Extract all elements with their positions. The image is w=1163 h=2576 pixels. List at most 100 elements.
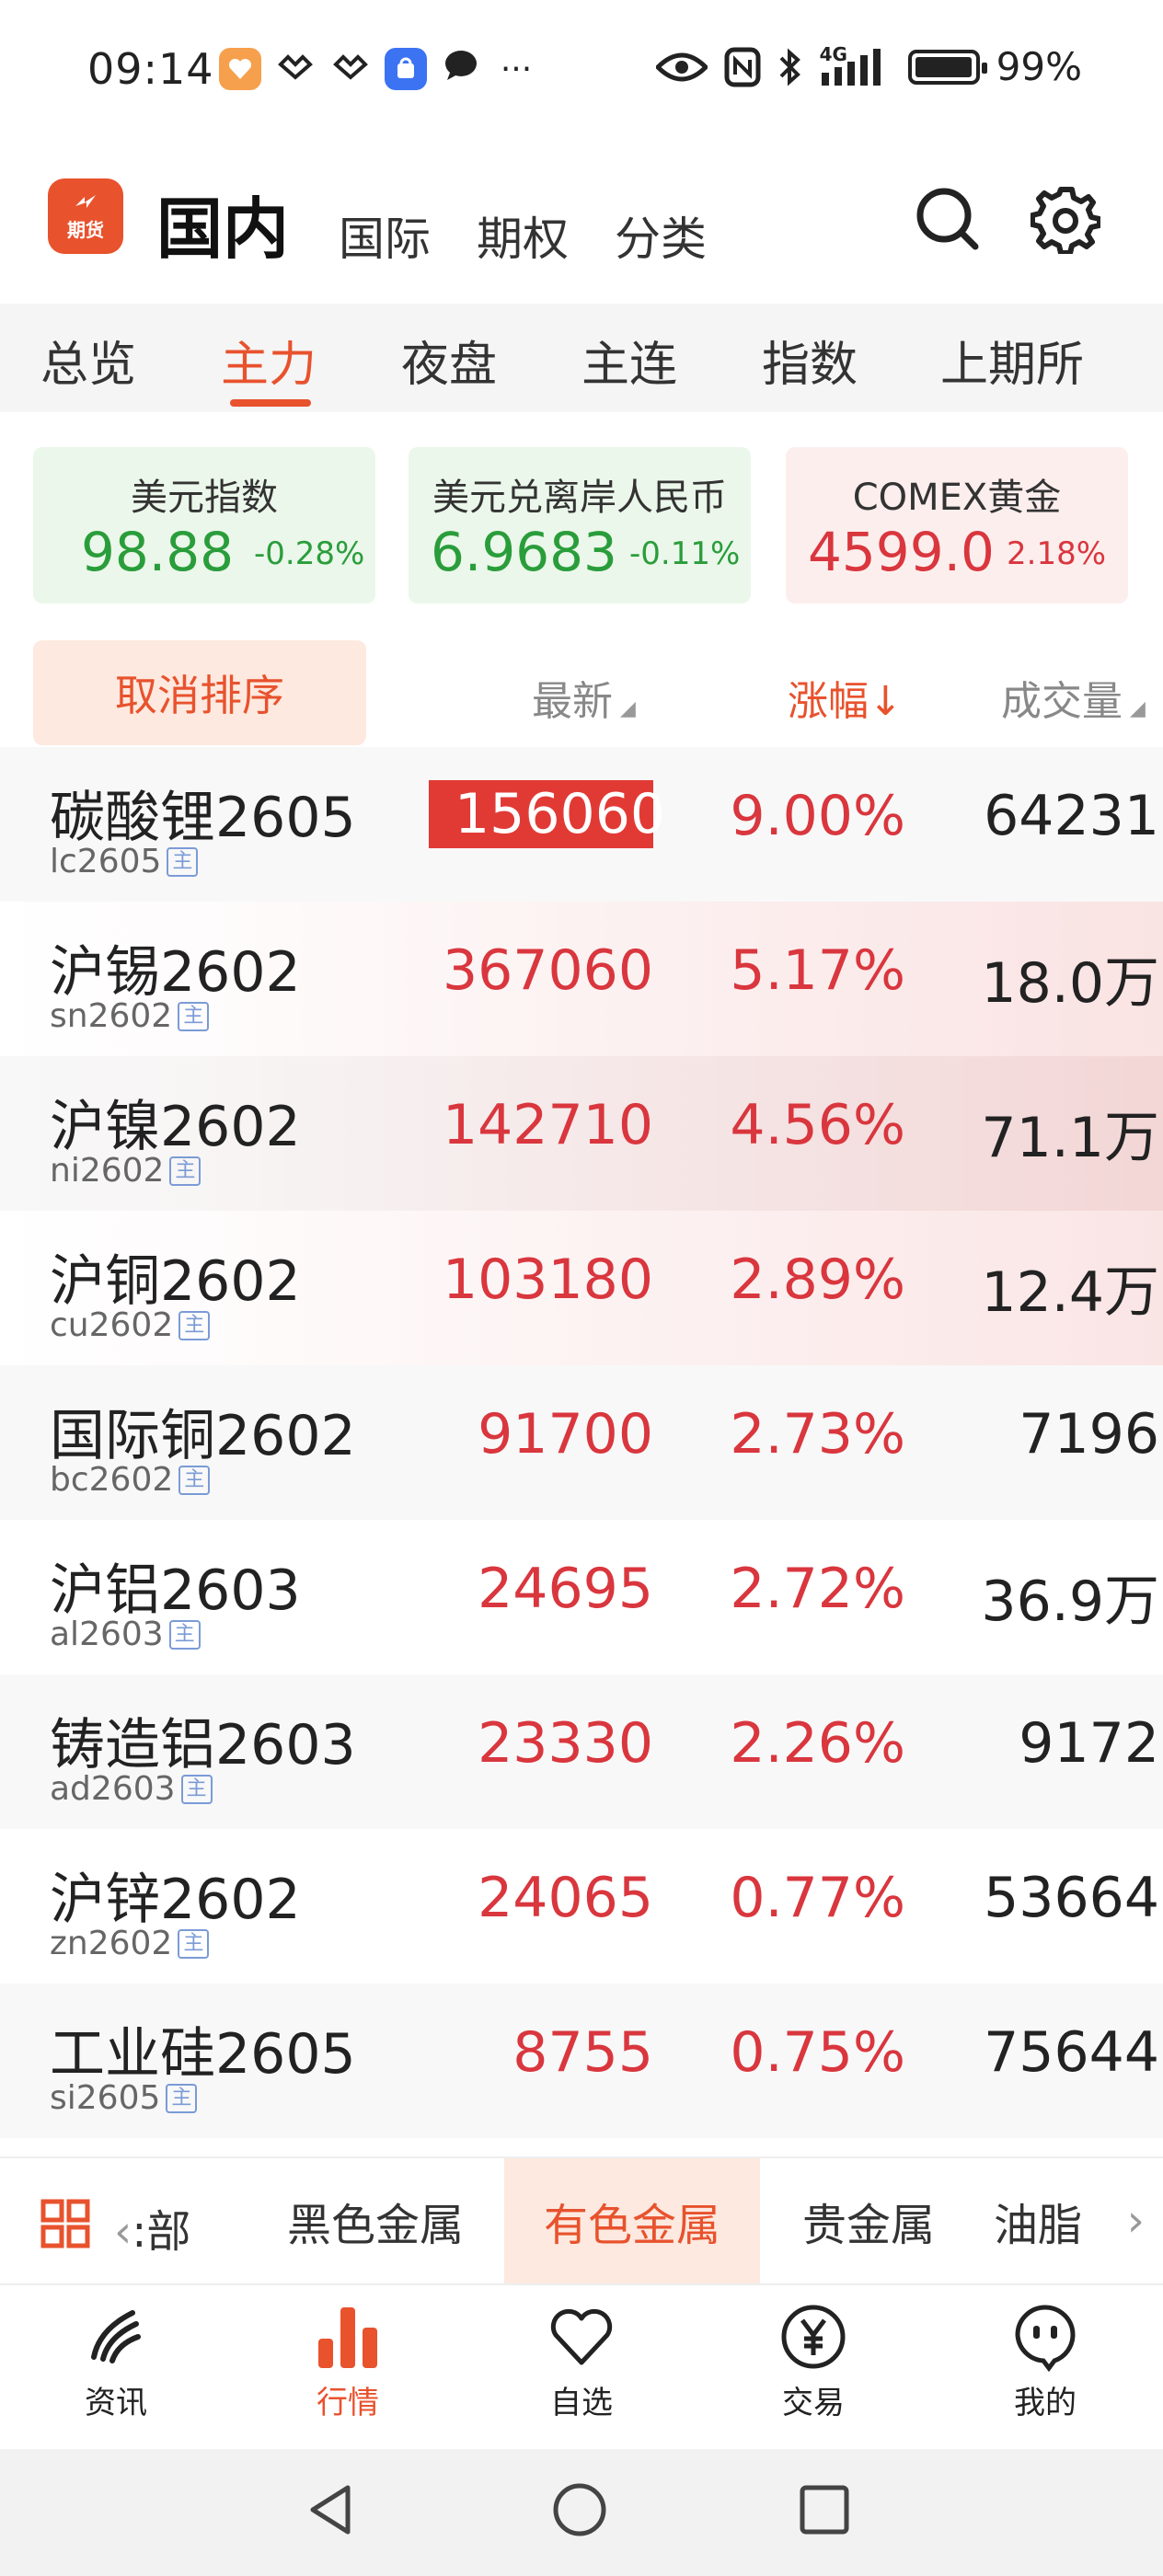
card-change: -0.28% <box>254 535 365 572</box>
nav-trade[interactable]: 交易 <box>740 2302 887 2422</box>
index-card-comex-gold[interactable]: COMEX黄金 4599.0 2.18% <box>786 447 1128 604</box>
sector-bar: ‹:部 黑色金属 有色金属 贵金属 油脂 › <box>0 2156 1163 2283</box>
page-title[interactable]: 国内 <box>156 175 289 271</box>
header-tab-categories[interactable]: 分类 <box>615 202 707 269</box>
tab-shfe[interactable]: 上期所 <box>940 326 1084 395</box>
sector-ferrous[interactable]: 黑色金属 <box>267 2158 484 2283</box>
cancel-sort-button[interactable]: 取消排序 <box>33 640 366 745</box>
app-market-icon <box>385 48 427 90</box>
nav-profile[interactable]: 我的 <box>972 2302 1119 2422</box>
latest-price: 142710 <box>442 1093 653 1157</box>
battery-percent: 99% <box>996 44 1082 89</box>
contract-name: 工业硅2605 <box>50 2022 356 2087</box>
change-percent: 0.77% <box>730 1866 905 1930</box>
main-contract-badge: 主 <box>169 1156 202 1186</box>
main-contract-badge: 主 <box>178 1465 211 1495</box>
tab-index[interactable]: 指数 <box>762 326 858 395</box>
bottom-nav: 资讯 行情 自选 交易 我的 <box>0 2283 1163 2449</box>
tab-continuous[interactable]: 主连 <box>582 326 677 395</box>
contract-code: sn2602 主 <box>50 997 210 1035</box>
sector-oils-partial[interactable]: 油脂 <box>994 2158 1095 2283</box>
sector-nonferrous[interactable]: 有色金属 <box>504 2158 760 2283</box>
message-icon <box>440 49 482 90</box>
app-logo[interactable]: 期货 <box>48 178 123 254</box>
settings-gear-icon[interactable] <box>1031 184 1100 254</box>
change-percent: 2.89% <box>730 1248 905 1312</box>
tab-main[interactable]: 主力 <box>221 326 317 395</box>
nav-news[interactable]: 资讯 <box>42 2302 190 2422</box>
sort-triangle-icon: ◢ <box>620 697 636 720</box>
tab-night[interactable]: 夜盘 <box>401 326 497 395</box>
contract-code: ad2603 主 <box>50 1770 213 1808</box>
index-cards: 美元指数 98.88 -0.28% 美元兑离岸人民币 6.9683 -0.11%… <box>0 412 1163 633</box>
table-header: 取消排序 最新 ◢ 涨幅↓ 成交量 ◢ <box>0 633 1163 747</box>
sector-scroll-left[interactable]: ‹:部 <box>114 2195 190 2260</box>
tab-overview[interactable]: 总览 <box>40 326 136 395</box>
col-volume-header[interactable]: 成交量 ◢ <box>1001 668 1146 727</box>
contract-name: 沪铜2602 <box>50 1249 301 1314</box>
back-icon[interactable] <box>304 2482 359 2537</box>
table-row[interactable]: 沪铝2603 al2603 主 24695 2.72% 36.9万 <box>0 1520 1163 1674</box>
search-icon[interactable] <box>913 184 983 254</box>
volume: 53664 <box>984 1866 1159 1930</box>
table-row[interactable]: 沪镍2602 ni2602 主 142710 4.56% 71.1万 <box>0 1056 1163 1211</box>
col-change-label: 涨幅↓ <box>788 678 903 725</box>
status-bar: 09:14 ··· 4G 99% <box>0 0 1163 138</box>
notification-icons: ··· <box>219 48 537 90</box>
more-notifications-icon: ··· <box>500 50 533 88</box>
contract-code: ni2602 主 <box>50 1152 202 1190</box>
index-card-usd[interactable]: 美元指数 98.88 -0.28% <box>33 447 375 604</box>
latest-price: 24065 <box>478 1866 653 1930</box>
table-row[interactable]: 碳酸锂2605 lc2605 主 156060 9.00% 64231 <box>0 747 1163 902</box>
latest-price: 23330 <box>478 1711 653 1776</box>
sector-item-all-partial: :部 <box>132 2206 191 2258</box>
col-latest-header[interactable]: 最新 ◢ <box>532 668 636 727</box>
header-tab-options[interactable]: 期权 <box>477 202 569 269</box>
bluetooth-icon <box>779 48 800 86</box>
sort-triangle-icon: ◢ <box>1130 697 1146 720</box>
status-time: 09:14 <box>87 44 214 94</box>
table-row[interactable]: 沪锌2602 zn2602 主 24065 0.77% 53664 <box>0 1829 1163 1984</box>
sector-precious[interactable]: 贵金属 <box>778 2158 959 2283</box>
recents-icon[interactable] <box>799 2484 850 2536</box>
quote-list: 碳酸锂2605 lc2605 主 156060 9.00% 64231 沪锡260… <box>0 747 1163 2147</box>
code-text: bc2602 <box>50 1461 174 1499</box>
contract-code: al2603 主 <box>50 1616 201 1653</box>
code-text: cu2602 <box>50 1306 174 1344</box>
table-row[interactable]: 沪锡2602 sn2602 主 367060 5.17% 18.0万 <box>0 902 1163 1056</box>
contract-name: 沪镍2602 <box>50 1095 301 1159</box>
health-app-icon <box>219 48 261 90</box>
col-volume-label: 成交量 <box>1001 678 1123 725</box>
change-percent: 0.75% <box>730 2020 905 2085</box>
table-row[interactable]: 铸造铝2603 ad2603 主 23330 2.26% 9172 <box>0 1674 1163 1829</box>
card-change: -0.11% <box>629 535 741 572</box>
table-row[interactable]: 工业硅2605 si2605 主 8755 0.75% 75644 <box>0 1984 1163 2138</box>
col-change-header[interactable]: 涨幅↓ <box>788 668 903 727</box>
card-change: 2.18% <box>1007 535 1107 572</box>
latest-price: 24695 <box>478 1557 653 1621</box>
chevron-left-icon: ‹ <box>114 2206 132 2258</box>
contract-code: lc2605 主 <box>50 843 199 880</box>
chevron-right-icon[interactable]: › <box>1127 2195 1145 2247</box>
volume: 9172 <box>1019 1711 1159 1776</box>
main-contract-badge: 主 <box>178 1310 211 1340</box>
code-text: ni2602 <box>50 1152 165 1190</box>
active-tab-indicator <box>230 399 311 407</box>
header-tab-international[interactable]: 国际 <box>339 202 431 269</box>
nav-market[interactable]: 行情 <box>274 2302 421 2422</box>
index-card-usdcnh[interactable]: 美元兑离岸人民币 6.9683 -0.11% <box>409 447 751 604</box>
code-text: sn2602 <box>50 997 173 1035</box>
table-row[interactable]: 国际铜2602 bc2602 主 91700 2.73% 7196 <box>0 1365 1163 1520</box>
grid-menu-icon[interactable] <box>40 2199 90 2248</box>
yuan-coin-icon <box>781 2305 846 2369</box>
table-row[interactable]: 沪铜2602 cu2602 主 103180 2.89% 12.4万 <box>0 1211 1163 1365</box>
contract-name: 沪铝2603 <box>50 1558 301 1623</box>
home-icon[interactable] <box>552 2482 607 2537</box>
nav-watchlist[interactable]: 自选 <box>508 2302 655 2422</box>
nav-label: 我的 <box>1014 2385 1077 2421</box>
nfc-icon <box>724 47 761 86</box>
contract-name: 铸造铝2603 <box>50 1713 356 1777</box>
latest-price: 91700 <box>478 1402 653 1466</box>
system-status-icons: 4G 99% <box>655 43 1082 89</box>
code-text: si2605 <box>50 2079 161 2117</box>
